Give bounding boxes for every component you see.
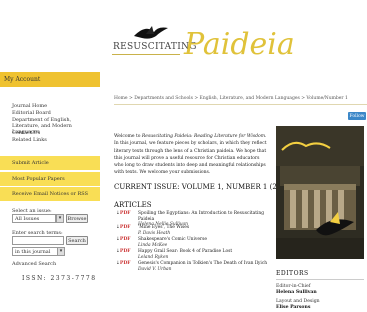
pdf-link[interactable]: ⤓PDF <box>116 249 134 255</box>
pdf-link[interactable]: ⤓PDF <box>116 225 134 231</box>
search-button[interactable]: Search <box>66 236 88 245</box>
search-scope-select[interactable]: in this journal <box>12 247 58 256</box>
journal-logo[interactable]: RESUSCITATING Paideia <box>110 22 295 70</box>
issue-select-value: All Issues <box>15 215 40 222</box>
sidebar-item-related-links[interactable]: Related Links <box>12 137 98 143</box>
chevron-down-icon[interactable]: ▾ <box>56 214 64 223</box>
divider <box>114 104 367 105</box>
sidebar-item-contact[interactable]: Contact Us <box>12 130 98 136</box>
current-issue-heading: CURRENT ISSUE: VOLUME 1, NUMBER 1 (2015) <box>114 183 293 191</box>
browse-button[interactable]: Browse <box>66 214 88 223</box>
journal-name: Resuscitating Paideia: Reading Literatur… <box>141 134 267 139</box>
welcome-text: Welcome to Resuscitating Paideia: Readin… <box>114 133 270 177</box>
pdf-link[interactable]: ⤓PDF <box>116 237 134 243</box>
article-title[interactable]: Happy Grail Sear: Book 4 of Paradise Los… <box>138 249 232 254</box>
article-title[interactable]: Spoiling the Egyptians: An Introduction … <box>138 211 264 222</box>
chevron-down-icon[interactable]: ▾ <box>57 247 65 256</box>
editor-role: Layout and Design <box>276 299 320 304</box>
pdf-link[interactable]: ⤓PDF <box>116 261 134 267</box>
cover-art <box>276 126 364 259</box>
logo-rule <box>112 54 180 55</box>
issue-select[interactable]: All Issues <box>12 214 56 223</box>
editors-heading: EDITORS <box>276 270 309 277</box>
pdf-link[interactable]: ⤓PDF <box>116 211 134 217</box>
follow-button[interactable]: Follow <box>348 112 366 120</box>
editor-role: Editor-in-Chief <box>276 284 311 289</box>
article-title[interactable]: 'Mine Eyes', The Wises <box>138 225 189 230</box>
advanced-search-link[interactable]: Advanced Search <box>12 261 56 267</box>
issn: ISSN: 2373-7778 <box>22 275 97 282</box>
sidebar-item-journal-home[interactable]: Journal Home <box>12 103 98 109</box>
search-input[interactable] <box>12 236 64 245</box>
welcome-pre: Welcome to <box>114 134 142 139</box>
editor-name: Elise Parsons <box>276 305 311 310</box>
search-scope-value: in this journal <box>15 248 51 255</box>
editor-name: Helena Sullivan <box>276 290 317 295</box>
article-author: Leland Ryken <box>138 254 169 260</box>
popular-papers-link[interactable]: Most Popular Papers <box>0 172 100 186</box>
divider <box>276 279 364 280</box>
my-account-link[interactable]: My Account <box>0 72 100 87</box>
welcome-post: In this journal, we feature pieces by sc… <box>114 141 267 176</box>
email-rss-link[interactable]: Receive Email Notices or RSS <box>0 187 100 201</box>
article-author: P. Davis Heath <box>138 230 171 236</box>
article-title[interactable]: Genesis's Companion in Tolkien's The Dea… <box>138 261 267 266</box>
cover-image[interactable] <box>276 126 364 259</box>
article-author: David V. Urban <box>138 266 172 272</box>
bird-icon <box>134 26 168 39</box>
article-title[interactable]: Shakespeare's Comic Universe <box>138 237 207 242</box>
articles-heading: ARTICLES <box>114 201 152 209</box>
article-author: Linda McKee <box>138 242 168 248</box>
sidebar-item-editorial-board[interactable]: Editorial Board <box>12 110 98 116</box>
breadcrumb[interactable]: Home > Departments and Schools > English… <box>114 96 348 101</box>
submit-article-link[interactable]: Submit Article <box>0 156 100 170</box>
logo-big-word: Paideia <box>184 27 295 62</box>
